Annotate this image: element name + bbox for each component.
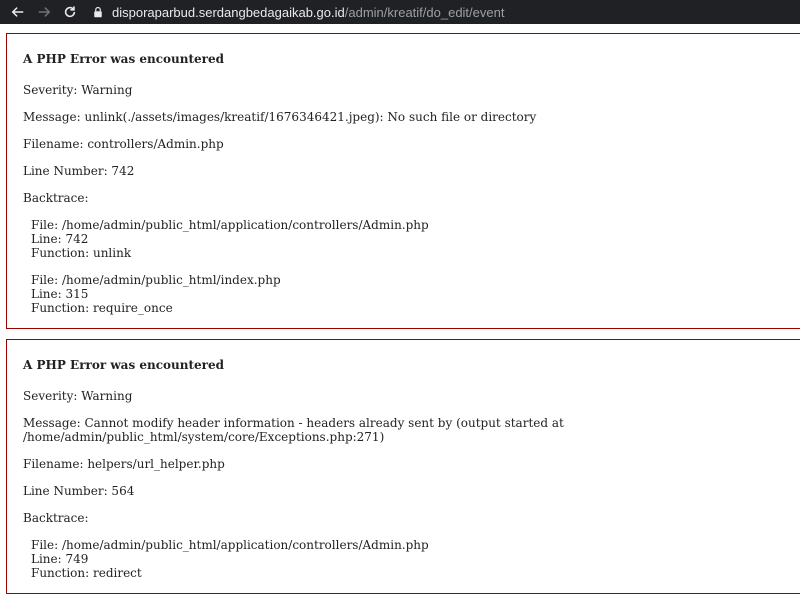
back-button[interactable] (6, 0, 30, 24)
trace-function: Function: require_once (31, 301, 173, 315)
url-path: /admin/kreatif/do_edit/event (344, 4, 505, 20)
php-error-box: A PHP Error was encountered Severity: Wa… (6, 33, 800, 329)
trace-file: File: /home/admin/public_html/applicatio… (31, 538, 429, 552)
trace-function: Function: redirect (31, 566, 142, 580)
forward-button[interactable] (32, 0, 56, 24)
trace-line: Line: 742 (31, 232, 89, 246)
lock-icon[interactable] (92, 5, 106, 19)
trace-function: Function: unlink (31, 246, 132, 260)
backtrace-label: Backtrace: (23, 191, 89, 205)
trace-file: File: /home/admin/public_html/index.php (31, 273, 281, 287)
trace-line: Line: 315 (31, 287, 89, 301)
arrow-right-icon (38, 7, 51, 17)
error-line-number: Line Number: 564 (23, 484, 135, 498)
backtrace-list: File: /home/admin/public_html/applicatio… (31, 218, 800, 315)
browser-toolbar: disporaparbud.serdangbedagaikab.go.id/ad… (0, 0, 800, 24)
error-filename: Filename: helpers/url_helper.php (23, 457, 225, 471)
page-content: A PHP Error was encountered Severity: Wa… (0, 24, 800, 594)
arrow-left-icon (11, 7, 24, 17)
address-bar[interactable]: disporaparbud.serdangbedagaikab.go.id/ad… (112, 5, 504, 20)
backtrace-entry: File: /home/admin/public_html/applicatio… (31, 538, 800, 580)
backtrace-list: File: /home/admin/public_html/applicatio… (31, 538, 800, 580)
url-host: disporaparbud.serdangbedagaikab.go.id (112, 4, 345, 20)
trace-file: File: /home/admin/public_html/applicatio… (31, 218, 429, 232)
trace-line: Line: 749 (31, 552, 89, 566)
error-heading: A PHP Error was encountered (23, 358, 225, 372)
error-filename: Filename: controllers/Admin.php (23, 137, 224, 151)
error-severity: Severity: Warning (23, 389, 133, 403)
error-message: Message: Cannot modify header informatio… (23, 416, 564, 444)
php-error-box: A PHP Error was encountered Severity: Wa… (6, 339, 800, 594)
error-message: Message: unlink(./assets/images/kreatif/… (23, 110, 537, 124)
error-severity: Severity: Warning (23, 83, 133, 97)
backtrace-entry: File: /home/admin/public_html/index.php … (31, 273, 800, 315)
error-line-number: Line Number: 742 (23, 164, 135, 178)
backtrace-entry: File: /home/admin/public_html/applicatio… (31, 218, 800, 260)
reload-button[interactable] (58, 0, 82, 24)
reload-icon (64, 6, 76, 18)
error-heading: A PHP Error was encountered (23, 52, 225, 66)
backtrace-label: Backtrace: (23, 511, 89, 525)
